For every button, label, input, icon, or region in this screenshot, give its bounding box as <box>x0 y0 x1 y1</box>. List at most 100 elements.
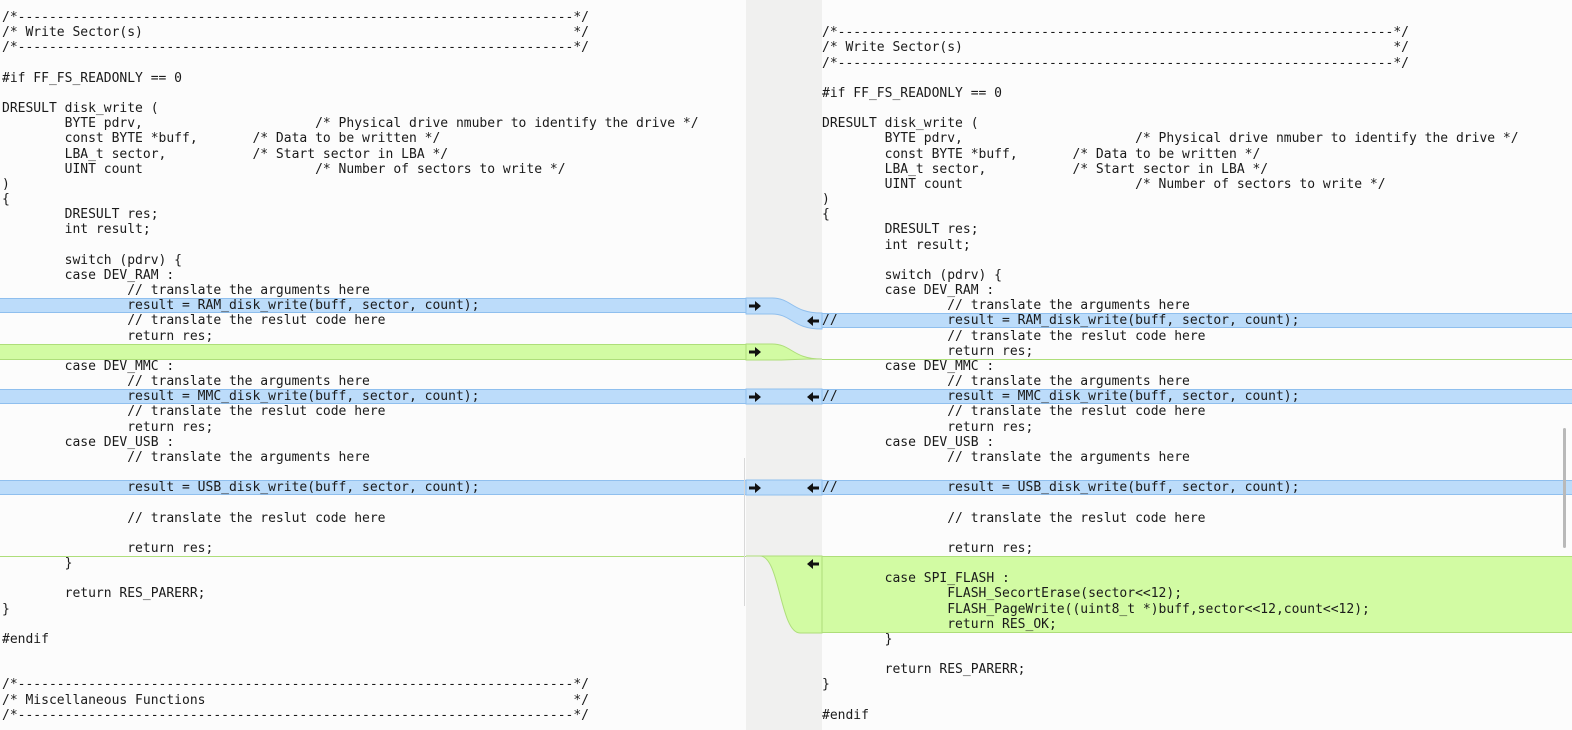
code-line[interactable] <box>0 662 746 677</box>
code-line[interactable]: // translate the reslut code here <box>822 404 1572 419</box>
code-line[interactable] <box>0 495 746 510</box>
code-line[interactable]: /* Write Sector(s) */ <box>0 25 746 40</box>
code-line[interactable]: // translate the arguments here <box>822 450 1572 465</box>
code-line[interactable]: DRESULT res; <box>0 207 746 222</box>
copy-change-to-left-button[interactable] <box>806 390 820 404</box>
code-line[interactable]: switch (pdrv) { <box>822 268 1572 283</box>
copy-change-to-left-button[interactable] <box>806 481 820 495</box>
code-line[interactable] <box>0 238 746 253</box>
code-line[interactable]: case DEV_MMC : <box>0 359 746 374</box>
code-line[interactable]: { <box>0 192 746 207</box>
code-line[interactable]: // translate the reslut code here <box>0 511 746 526</box>
code-line[interactable]: case DEV_MMC : <box>822 359 1572 374</box>
code-line[interactable]: case DEV_USB : <box>0 435 746 450</box>
code-line[interactable]: /* Write Sector(s) */ <box>822 40 1572 55</box>
code-line[interactable]: DRESULT res; <box>822 222 1572 237</box>
code-line[interactable]: #endif <box>0 632 746 647</box>
copy-change-to-right-button[interactable] <box>748 299 762 313</box>
code-line[interactable] <box>822 526 1572 541</box>
code-line[interactable] <box>0 571 746 586</box>
code-line[interactable]: // translate the arguments here <box>822 298 1572 313</box>
code-line[interactable] <box>0 526 746 541</box>
code-line[interactable]: #if FF_FS_READONLY == 0 <box>0 71 746 86</box>
copy-change-to-left-button[interactable] <box>806 314 820 328</box>
code-line[interactable]: /* Miscellaneous Functions */ <box>0 693 746 708</box>
code-line[interactable]: LBA_t sector, /* Start sector in LBA */ <box>822 162 1572 177</box>
code-line[interactable] <box>0 465 746 480</box>
code-line[interactable]: return res; <box>822 344 1572 359</box>
code-line[interactable]: return res; <box>822 541 1572 556</box>
code-line[interactable]: DRESULT disk_write ( <box>0 101 746 116</box>
code-line[interactable] <box>822 101 1572 116</box>
code-line[interactable]: #endif <box>822 708 1572 723</box>
code-line[interactable]: ) <box>0 177 746 192</box>
code-line[interactable]: return RES_OK; <box>822 617 1572 632</box>
code-line[interactable]: return res; <box>0 420 746 435</box>
copy-change-to-left-button[interactable] <box>806 557 820 571</box>
code-line[interactable]: case DEV_RAM : <box>0 268 746 283</box>
code-line[interactable]: return res; <box>822 420 1572 435</box>
code-line[interactable]: /*--------------------------------------… <box>0 708 746 723</box>
code-line[interactable] <box>822 10 1572 25</box>
code-line[interactable]: result = RAM_disk_write(buff, sector, co… <box>0 298 746 313</box>
code-line[interactable]: UINT count /* Number of sectors to write… <box>822 177 1572 192</box>
code-line[interactable]: return RES_PARERR; <box>0 586 746 601</box>
vertical-scrollbar[interactable] <box>1563 428 1566 548</box>
code-line[interactable]: // translate the reslut code here <box>0 313 746 328</box>
code-line[interactable]: // translate the arguments here <box>0 283 746 298</box>
code-line[interactable]: return res; <box>0 541 746 556</box>
code-line[interactable]: const BYTE *buff, /* Data to be written … <box>0 131 746 146</box>
code-line[interactable]: result = USB_disk_write(buff, sector, co… <box>0 480 746 495</box>
code-line[interactable]: // translate the reslut code here <box>822 511 1572 526</box>
code-line[interactable]: const BYTE *buff, /* Data to be written … <box>822 147 1572 162</box>
code-line[interactable]: // result = USB_disk_write(buff, sector,… <box>822 480 1572 495</box>
code-line[interactable]: // translate the arguments here <box>0 450 746 465</box>
code-line[interactable]: } <box>822 632 1572 647</box>
code-line[interactable]: case DEV_RAM : <box>822 283 1572 298</box>
code-line[interactable]: result = MMC_disk_write(buff, sector, co… <box>0 389 746 404</box>
code-line[interactable] <box>822 556 1572 571</box>
code-line[interactable] <box>0 344 746 359</box>
copy-change-to-right-button[interactable] <box>748 390 762 404</box>
code-line[interactable]: return RES_PARERR; <box>822 662 1572 677</box>
code-line[interactable]: UINT count /* Number of sectors to write… <box>0 162 746 177</box>
code-line[interactable]: case SPI_FLASH : <box>822 571 1572 586</box>
code-line[interactable]: FLASH_SecortErase(sector<<12); <box>822 586 1572 601</box>
code-line[interactable]: return res; <box>0 329 746 344</box>
code-line[interactable]: LBA_t sector, /* Start sector in LBA */ <box>0 147 746 162</box>
left-file-pane[interactable]: /*--------------------------------------… <box>0 0 746 730</box>
code-line[interactable] <box>0 647 746 662</box>
code-line[interactable] <box>822 465 1572 480</box>
code-line[interactable] <box>0 56 746 71</box>
code-line[interactable]: #if FF_FS_READONLY == 0 <box>822 86 1572 101</box>
code-line[interactable] <box>822 253 1572 268</box>
code-line[interactable]: } <box>0 556 746 571</box>
code-line[interactable]: /*--------------------------------------… <box>822 56 1572 71</box>
code-line[interactable]: BYTE pdrv, /* Physical drive nmuber to i… <box>822 131 1572 146</box>
code-line[interactable] <box>822 495 1572 510</box>
code-line[interactable]: // result = RAM_disk_write(buff, sector,… <box>822 313 1572 328</box>
code-line[interactable]: } <box>0 602 746 617</box>
code-line[interactable]: BYTE pdrv, /* Physical drive nmuber to i… <box>0 116 746 131</box>
code-line[interactable]: // translate the arguments here <box>822 374 1572 389</box>
code-line[interactable] <box>822 693 1572 708</box>
code-line[interactable]: switch (pdrv) { <box>0 253 746 268</box>
code-line[interactable] <box>0 86 746 101</box>
code-line[interactable]: } <box>822 677 1572 692</box>
code-line[interactable]: ) <box>822 192 1572 207</box>
code-line[interactable]: /*--------------------------------------… <box>0 40 746 55</box>
code-line[interactable] <box>822 71 1572 86</box>
code-line[interactable]: { <box>822 207 1572 222</box>
code-line[interactable] <box>0 617 746 632</box>
code-line[interactable]: /*--------------------------------------… <box>0 677 746 692</box>
code-line[interactable]: // result = MMC_disk_write(buff, sector,… <box>822 389 1572 404</box>
code-line[interactable]: int result; <box>0 222 746 237</box>
code-line[interactable]: // translate the reslut code here <box>822 329 1572 344</box>
code-line[interactable]: int result; <box>822 238 1572 253</box>
right-file-pane[interactable]: /*--------------------------------------… <box>822 0 1572 730</box>
code-line[interactable]: FLASH_PageWrite((uint8_t *)buff,sector<<… <box>822 602 1572 617</box>
code-line[interactable]: case DEV_USB : <box>822 435 1572 450</box>
code-line[interactable]: // translate the arguments here <box>0 374 746 389</box>
code-line[interactable]: // translate the reslut code here <box>0 404 746 419</box>
copy-change-to-right-button[interactable] <box>748 481 762 495</box>
